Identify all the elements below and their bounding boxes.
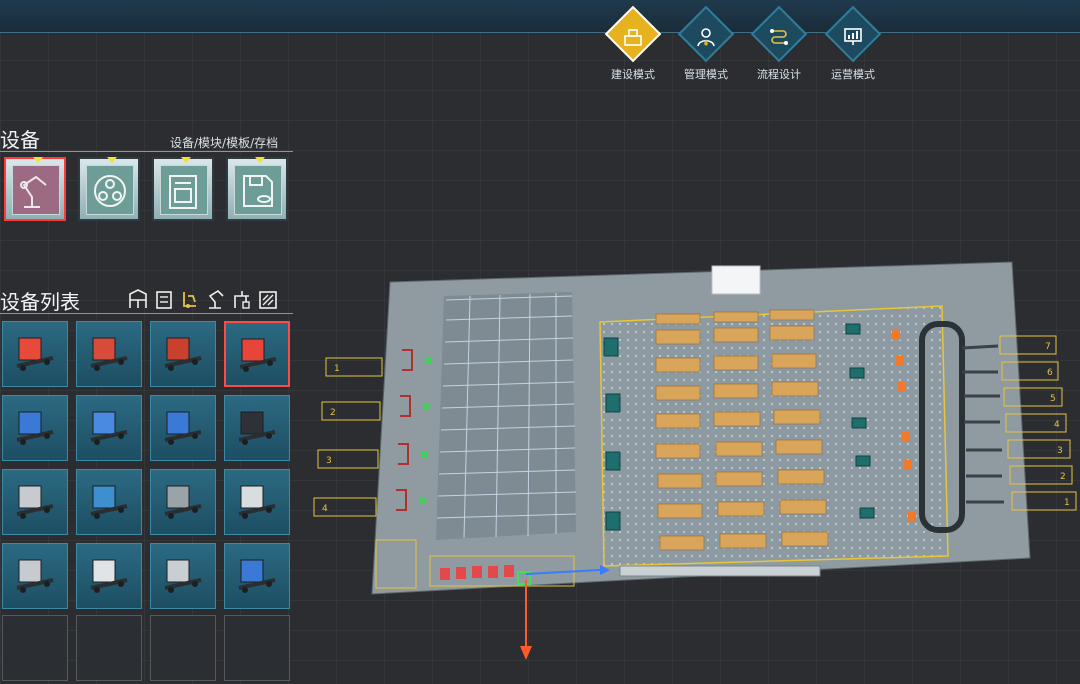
agv-green-icon	[164, 559, 202, 593]
save-icon	[243, 175, 273, 207]
equipment-tile[interactable]	[224, 395, 290, 461]
equipment-tile[interactable]	[150, 469, 216, 535]
mode-flow-button[interactable]: 流程设计	[743, 5, 815, 82]
storage-racks[interactable]	[436, 292, 577, 540]
roller-conveyor-icon	[16, 485, 54, 519]
equipment-filter-toolbar	[128, 288, 278, 310]
dock-left-label: 3	[326, 456, 332, 466]
equipment-tile[interactable]	[76, 321, 142, 387]
chart-icon	[844, 28, 862, 45]
equipment-tile[interactable]	[2, 395, 68, 461]
conveyor-tool-icon[interactable]	[258, 288, 278, 310]
equipment-tile[interactable]	[150, 395, 216, 461]
manual-stacker-icon	[90, 337, 128, 371]
office-block	[711, 265, 761, 295]
curve-conveyor-icon	[238, 559, 276, 593]
mode-operate-button[interactable]: 运营模式	[817, 5, 889, 82]
equipment-tile[interactable]	[76, 395, 142, 461]
category-archive-button[interactable]	[226, 157, 288, 221]
category-module-button[interactable]	[78, 157, 140, 221]
robot-arm-icon	[20, 175, 47, 208]
equipment-tile[interactable]	[150, 321, 216, 387]
dock-right-label: 1	[1064, 498, 1070, 508]
divider	[0, 151, 293, 152]
equipment-slot-empty[interactable]	[224, 615, 290, 681]
dock-right-label: 6	[1047, 368, 1053, 378]
equipment-tile[interactable]	[76, 469, 142, 535]
equipment-tile[interactable]	[150, 543, 216, 609]
equipment-slot-empty[interactable]	[2, 615, 68, 681]
blue-cart-icon	[164, 411, 202, 445]
equipment-tile[interactable]	[2, 469, 68, 535]
dock-right-label: 3	[1057, 446, 1063, 456]
mode-build-button[interactable]: 建设模式	[597, 5, 669, 82]
top-bar	[0, 0, 1080, 33]
sorting-conveyor-icon	[164, 485, 202, 519]
pallet-jack-icon	[16, 337, 54, 371]
divider	[0, 313, 293, 314]
agv-small-icon	[90, 559, 128, 593]
platform-trolley-icon	[16, 411, 54, 445]
crane-tool-icon[interactable]	[232, 288, 252, 310]
mode-label: 流程设计	[757, 68, 801, 81]
dock-left-label: 2	[330, 408, 336, 418]
arm-tool-icon[interactable]	[206, 288, 226, 310]
build-icon	[624, 29, 642, 46]
manager-icon	[697, 28, 715, 47]
shelf-icon[interactable]	[128, 288, 148, 310]
lift-icon	[238, 485, 276, 519]
equipment-slot-empty[interactable]	[76, 615, 142, 681]
picking-zone	[599, 305, 949, 567]
forklift-icon	[164, 337, 202, 371]
dock-right-label: 2	[1060, 472, 1066, 482]
shelf-cart-icon	[90, 411, 128, 445]
category-template-button[interactable]	[152, 157, 214, 221]
mode-label: 建设模式	[611, 68, 655, 81]
template-icon	[169, 175, 197, 209]
equipment-list-title: 设备列表	[0, 290, 80, 314]
stacker-crane-icon	[16, 559, 54, 593]
module-icon	[94, 175, 126, 207]
equipment-tile[interactable]	[76, 543, 142, 609]
equipment-tabs-link[interactable]: 设备/模块/模板/存档	[170, 134, 278, 151]
equipment-slot-empty[interactable]	[150, 615, 216, 681]
equipment-tile[interactable]	[224, 321, 290, 387]
equipment-tile[interactable]	[2, 543, 68, 609]
equipment-title: 设备	[0, 128, 40, 152]
dock-right-label: 5	[1050, 394, 1056, 404]
dock-right-label: 7	[1045, 342, 1051, 352]
belt-conveyor-icon	[238, 411, 276, 445]
equipment-tile[interactable]	[2, 321, 68, 387]
transfer-conveyor-icon	[90, 485, 128, 519]
forklift-tool-icon[interactable]	[180, 288, 200, 310]
category-equipment-button[interactable]	[4, 157, 66, 221]
equipment-tile[interactable]	[224, 469, 290, 535]
mode-label: 管理模式	[684, 68, 728, 81]
dock-right-label: 4	[1054, 420, 1060, 430]
bottom-conveyor	[619, 565, 821, 577]
electric-stacker-icon	[239, 338, 277, 372]
flow-icon	[770, 29, 788, 45]
list-icon[interactable]	[154, 288, 174, 310]
dock-left-label: 4	[322, 504, 328, 514]
equipment-tile[interactable]	[224, 543, 290, 609]
mode-label: 运营模式	[831, 68, 875, 81]
dock-left-label: 1	[334, 364, 340, 374]
mode-manage-button[interactable]: 管理模式	[670, 5, 742, 82]
